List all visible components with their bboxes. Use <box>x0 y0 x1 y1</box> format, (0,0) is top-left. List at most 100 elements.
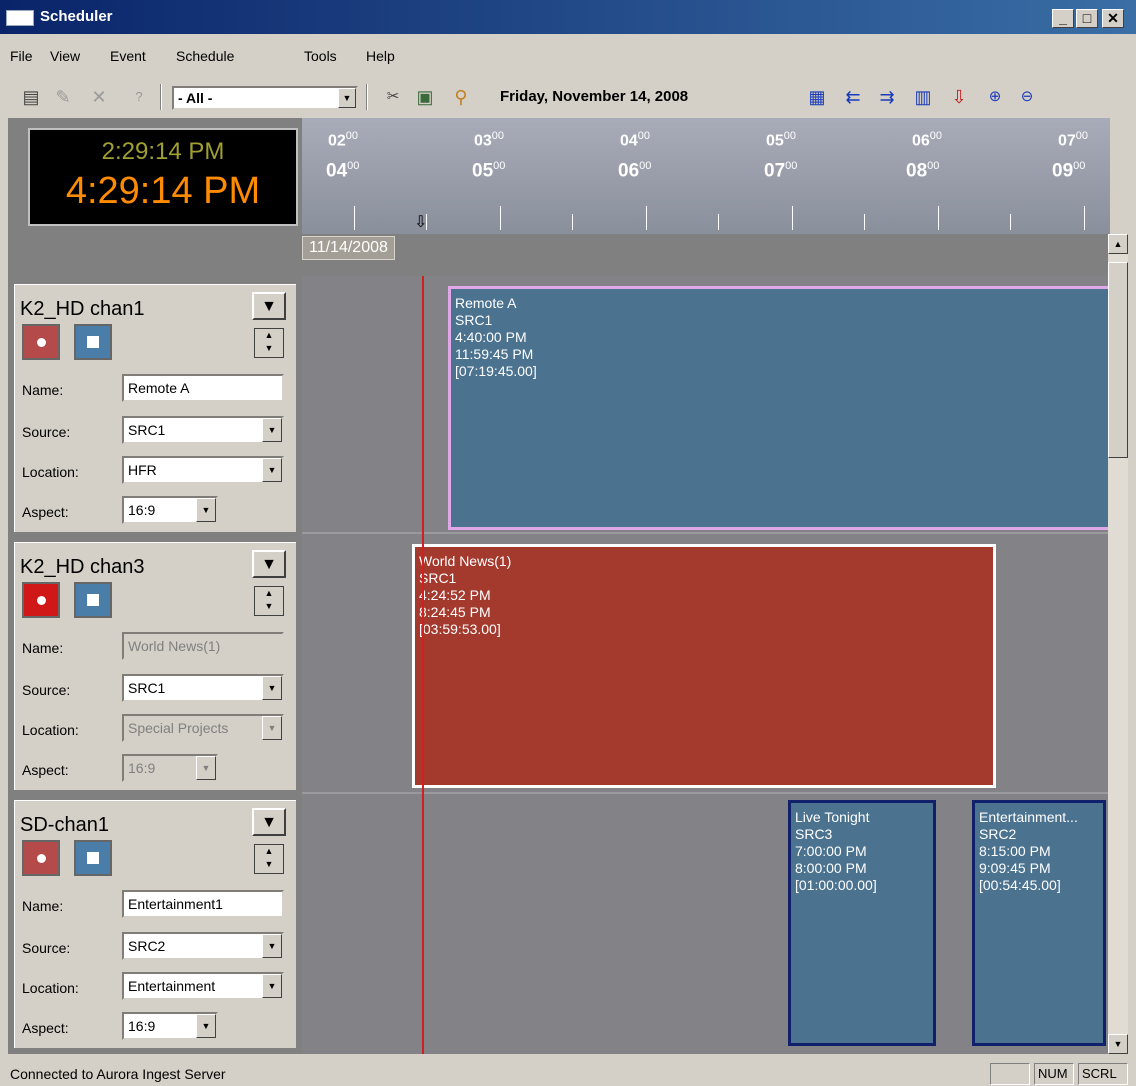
name-label: Name: <box>22 898 64 914</box>
event-start: 4:40:00 PM <box>455 329 527 345</box>
menu-event[interactable]: Event <box>110 48 146 64</box>
source-label: Source: <box>22 424 71 440</box>
event-live-tonight[interactable]: Live Tonight SRC3 7:00:00 PM 8:00:00 PM … <box>788 800 936 1046</box>
hour-label-top: 0300 <box>474 130 505 150</box>
hour-label-bottom: 0500 <box>472 160 506 182</box>
event-start: 4:24:52 PM <box>419 587 491 603</box>
title-bar: Scheduler _ □ ✕ <box>0 0 1136 34</box>
timeline-header[interactable]: 0200 0300 0400 0500 0600 0700 0400 0500 … <box>302 118 1110 234</box>
alarm-icon[interactable]: ⇩ <box>948 86 970 108</box>
maximize-button[interactable]: □ <box>1076 9 1098 28</box>
event-world-news[interactable]: World News(1) SRC1 4:24:52 PM 8:24:45 PM… <box>412 544 996 788</box>
source-dropdown[interactable]: SRC1 ▼ <box>122 674 284 702</box>
hour-label-bottom: 0400 <box>326 160 360 182</box>
window-title: Scheduler <box>40 8 113 25</box>
event-title: Live Tonight <box>795 809 870 825</box>
schedule-grid[interactable]: Remote A SRC1 4:40:00 PM 11:59:45 PM [07… <box>302 276 1108 1054</box>
aspect-dropdown[interactable]: 16:9 ▼ <box>122 1012 218 1040</box>
hour-label-bottom: 0800 <box>906 160 940 182</box>
clipboard-icon[interactable]: ▤ <box>20 86 42 108</box>
help-icon[interactable]: ? <box>128 86 150 108</box>
status-cell-empty <box>990 1063 1030 1085</box>
timeline-tick <box>718 214 719 230</box>
location-label: Location: <box>22 980 79 996</box>
location-dropdown[interactable]: Entertainment ▼ <box>122 972 284 1000</box>
channel-card-k2-hd-chan3: K2_HD chan3 ▼ ▲ ▼ Name: World News(1) Sou… <box>12 540 298 792</box>
scroll-up-button[interactable]: ▲ <box>1108 234 1128 254</box>
hour-label-top: 0700 <box>1058 130 1089 150</box>
search-icon[interactable]: ⚲ <box>450 86 472 108</box>
scroll-thumb[interactable] <box>1108 262 1128 458</box>
channel-menu-button[interactable]: ▼ <box>252 292 286 320</box>
timeline-tick <box>500 206 501 230</box>
event-title: Entertainment... <box>979 809 1078 825</box>
vertical-scrollbar[interactable]: ▲ ▼ <box>1108 234 1128 1054</box>
record-button[interactable] <box>22 324 60 360</box>
timeline-tick <box>354 206 355 230</box>
event-duration: [07:19:45.00] <box>455 363 537 379</box>
aspect-label: Aspect: <box>22 1020 69 1036</box>
scissors-icon[interactable]: ✂ <box>382 86 404 108</box>
stop-button[interactable] <box>74 582 112 618</box>
edit-icon[interactable]: ✎ <box>52 86 74 108</box>
toolbar: ▤ ✎ ✕ ? - All - ▼ ✂ ▣ ⚲ Friday, November… <box>0 78 1136 116</box>
zoom-in-icon[interactable]: ⊕ <box>984 86 1006 108</box>
filter-value: - All - <box>178 90 213 106</box>
close-button[interactable]: ✕ <box>1102 9 1124 28</box>
current-time-line <box>422 276 424 1054</box>
record-button[interactable] <box>22 582 60 618</box>
menu-schedule[interactable]: Schedule <box>176 48 234 64</box>
event-title: Remote A <box>455 295 517 311</box>
channel-spinner[interactable]: ▲ ▼ <box>254 328 284 358</box>
grid-icon[interactable]: ▦ <box>806 86 828 108</box>
menu-tools[interactable]: Tools <box>304 48 337 64</box>
minimize-button[interactable]: _ <box>1052 9 1074 28</box>
source-dropdown[interactable]: SRC2 ▼ <box>122 932 284 960</box>
hour-label-bottom: 0900 <box>1052 160 1086 182</box>
stop-button[interactable] <box>74 840 112 876</box>
date-tag: 11/14/2008 <box>302 236 395 260</box>
timeline-tick <box>792 206 793 230</box>
menu-help[interactable]: Help <box>366 48 395 64</box>
channel-menu-button[interactable]: ▼ <box>252 808 286 836</box>
location-label: Location: <box>22 464 79 480</box>
event-start: 7:00:00 PM <box>795 843 867 859</box>
source-dropdown[interactable]: SRC1 ▼ <box>122 416 284 444</box>
stop-button[interactable] <box>74 324 112 360</box>
scroll-lock-indicator: SCRL <box>1078 1063 1128 1085</box>
channel-menu-button[interactable]: ▼ <box>252 550 286 578</box>
name-field[interactable]: Remote A <box>122 374 284 402</box>
hour-label-top: 0200 <box>328 130 359 150</box>
record-button[interactable] <box>22 840 60 876</box>
filter-dropdown[interactable]: - All - ▼ <box>172 86 358 110</box>
event-end: 9:09:45 PM <box>979 860 1051 876</box>
arrow-left-icon[interactable]: ⇇ <box>842 86 864 108</box>
calendar-icon[interactable]: ▥ <box>912 86 934 108</box>
event-duration: [03:59:53.00] <box>419 621 501 637</box>
channel-spinner[interactable]: ▲ ▼ <box>254 844 284 874</box>
zoom-out-icon[interactable]: ⊖ <box>1016 86 1038 108</box>
aspect-dropdown[interactable]: 16:9 ▼ <box>122 496 218 524</box>
arrow-right-icon[interactable]: ⇉ <box>876 86 898 108</box>
menu-view[interactable]: View <box>50 48 80 64</box>
name-label: Name: <box>22 382 64 398</box>
toolbar-separator <box>366 84 368 110</box>
monitor-icon[interactable]: ▣ <box>414 86 436 108</box>
channel-name: K2_HD chan3 <box>20 556 145 578</box>
chevron-down-icon[interactable]: ▼ <box>338 88 356 108</box>
event-end: 8:24:45 PM <box>419 604 491 620</box>
hour-label-bottom: 0700 <box>764 160 798 182</box>
location-dropdown[interactable]: HFR ▼ <box>122 456 284 484</box>
name-field[interactable]: Entertainment1 <box>122 890 284 918</box>
event-remote-a[interactable]: Remote A SRC1 4:40:00 PM 11:59:45 PM [07… <box>448 286 1108 530</box>
timeline-tick <box>572 214 573 230</box>
event-duration: [00:54:45.00] <box>979 877 1061 893</box>
timeline-tick <box>864 214 865 230</box>
channel-spinner[interactable]: ▲ ▼ <box>254 586 284 616</box>
event-entertainment[interactable]: Entertainment... SRC2 8:15:00 PM 9:09:45… <box>972 800 1106 1046</box>
status-bar: Connected to Aurora Ingest Server NUM SC… <box>0 1060 1136 1086</box>
scroll-down-button[interactable]: ▼ <box>1108 1034 1128 1054</box>
event-source: SRC2 <box>979 826 1017 842</box>
menu-file[interactable]: File <box>10 48 33 64</box>
delete-icon[interactable]: ✕ <box>88 86 110 108</box>
